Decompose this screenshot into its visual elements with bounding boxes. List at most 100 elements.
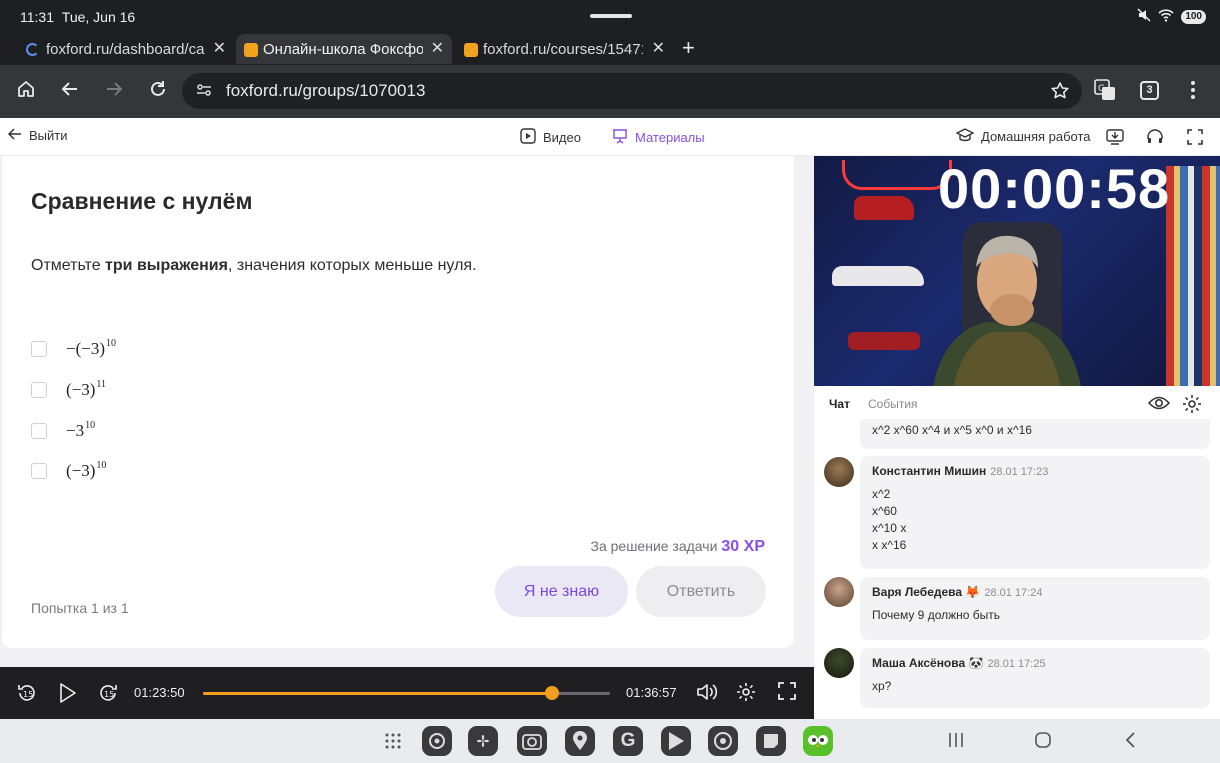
progress-fill <box>203 692 552 695</box>
google-app-icon[interactable]: G <box>613 726 643 756</box>
svg-text:15: 15 <box>104 690 114 699</box>
chat-message: Маша Аксёнова 🐼 28.01 17:25 xp? <box>860 648 1210 708</box>
tab-chat[interactable]: Чат <box>829 397 850 411</box>
tab-video[interactable]: Видео <box>520 128 581 147</box>
tab-switcher-button[interactable]: 3 <box>1140 80 1159 100</box>
address-bar[interactable]: foxford.ru/groups/1070013 <box>182 73 1082 109</box>
player-fullscreen-icon[interactable] <box>778 682 796 703</box>
duration-time: 01:36:57 <box>626 685 677 700</box>
lesson-timer: 00:00:58 <box>938 157 1171 220</box>
maps-app-icon[interactable] <box>565 726 595 756</box>
loading-icon <box>26 43 39 56</box>
video-player-controls: 15 15 01:23:50 01:36:57 <box>0 667 814 719</box>
play-store-app-icon[interactable] <box>661 726 691 756</box>
forward-arrow-icon[interactable] <box>104 79 124 104</box>
fan-app-icon[interactable] <box>468 726 498 756</box>
avatar <box>824 577 854 607</box>
toy-car <box>832 266 924 286</box>
recents-nav-icon[interactable] <box>948 732 964 753</box>
option-checkbox[interactable] <box>31 381 47 398</box>
task-prompt: Отметьте три выражения, значения которых… <box>31 257 477 274</box>
tab-dashboard[interactable]: foxford.ru/dashboard/ca ✕ <box>2 34 234 64</box>
tab-events[interactable]: События <box>868 397 918 411</box>
chat-message: x^2 x^60 x^4 и x^5 x^0 и x^16 <box>860 419 1210 449</box>
eye-icon[interactable] <box>1147 395 1171 414</box>
status-icons: 100 <box>1137 8 1206 25</box>
bookshelf <box>1166 166 1220 386</box>
mute-icon <box>1137 8 1151 25</box>
duolingo-app-icon[interactable] <box>803 726 833 756</box>
avatar <box>824 457 854 487</box>
rewind-15-icon[interactable]: 15 <box>16 682 38 707</box>
close-tab-icon[interactable]: ✕ <box>652 38 665 58</box>
address-url[interactable]: foxford.ru/groups/1070013 <box>226 81 425 101</box>
home-nav-icon[interactable] <box>1035 732 1051 753</box>
answer-option[interactable]: (−3)11 <box>31 379 106 400</box>
answer-option[interactable]: −310 <box>31 420 95 441</box>
notes-app-icon[interactable] <box>756 726 786 756</box>
panda-emoji-icon: 🐼 <box>968 656 984 670</box>
volume-icon[interactable] <box>696 682 718 705</box>
close-tab-icon[interactable]: ✕ <box>431 38 444 58</box>
translate-icon[interactable]: G <box>1094 79 1116 106</box>
settings-gear-icon[interactable] <box>736 682 756 705</box>
option-checkbox[interactable] <box>31 462 47 479</box>
homework-button[interactable]: Домашняя работа <box>955 128 1091 145</box>
reload-icon[interactable] <box>148 79 168 104</box>
settings-app-icon[interactable] <box>422 726 452 756</box>
status-time: 11:31 Tue, Jun 16 <box>20 9 136 25</box>
site-settings-icon[interactable] <box>196 83 212 102</box>
back-nav-icon[interactable] <box>1124 732 1136 753</box>
dont-know-button[interactable]: Я не знаю <box>495 566 628 617</box>
arrow-left-icon <box>7 128 22 143</box>
xp-value: 30 XP <box>721 538 765 555</box>
status-handle <box>590 14 632 18</box>
progress-handle[interactable] <box>544 686 559 700</box>
forward-15-icon[interactable]: 15 <box>97 682 119 707</box>
app-grid-icon[interactable] <box>384 732 402 755</box>
camera-app-icon[interactable] <box>517 726 547 756</box>
option-expression: (−3)11 <box>66 379 107 399</box>
chat-panel: Чат События x^2 x^60 x^4 и x^5 x^0 и x^1… <box>814 386 1220 719</box>
answer-option[interactable]: −(−3)10 <box>31 338 116 359</box>
submit-answer-button[interactable]: Ответить <box>636 566 766 617</box>
option-expression: (−3)10 <box>66 460 107 480</box>
close-tab-icon[interactable]: ✕ <box>213 38 226 58</box>
fox-emoji-icon: 🦊 <box>965 585 981 599</box>
teacher-video[interactable]: 00:00:58 <box>814 156 1220 386</box>
task-area: Сравнение с нулём Отметьте три выражения… <box>0 156 814 667</box>
home-icon[interactable] <box>16 79 36 104</box>
download-icon[interactable] <box>1106 128 1124 149</box>
option-expression: −(−3)10 <box>66 338 116 358</box>
tab-courses[interactable]: foxford.ru/courses/15471 ✕ <box>455 34 673 64</box>
foxford-favicon-icon <box>244 43 258 57</box>
exit-button[interactable]: Выйти <box>7 128 68 143</box>
option-checkbox[interactable] <box>31 422 47 439</box>
tab-foxford-school[interactable]: Онлайн-школа Фоксфор ✕ <box>236 34 452 64</box>
play-icon[interactable] <box>58 682 78 707</box>
task-card: Сравнение с нулём Отметьте три выражения… <box>2 156 794 648</box>
more-menu-icon[interactable] <box>1190 80 1196 105</box>
task-reward: За решение задачи 30 XP <box>590 538 765 555</box>
chat-message: Варя Лебедева 🦊 28.01 17:24 Почему 9 долж… <box>860 577 1210 640</box>
progress-slider[interactable] <box>203 686 610 700</box>
svg-text:G: G <box>1098 84 1105 94</box>
fullscreen-icon[interactable] <box>1187 129 1203 148</box>
chrome-app-icon[interactable] <box>708 726 738 756</box>
back-arrow-icon[interactable] <box>60 79 80 104</box>
chat-tabs: Чат События <box>814 386 1220 422</box>
toy-car <box>854 196 914 220</box>
chat-message: Константин Мишин 28.01 17:23 x^2 x^60 x^1… <box>860 456 1210 569</box>
tab-materials[interactable]: Материалы <box>612 128 705 147</box>
bookmark-star-icon[interactable] <box>1050 81 1070 106</box>
headset-icon[interactable] <box>1146 128 1164 149</box>
avatar <box>824 648 854 678</box>
wifi-icon <box>1158 8 1174 25</box>
video-icon <box>520 128 536 147</box>
android-taskbar: G <box>0 719 1220 763</box>
option-checkbox[interactable] <box>31 340 47 357</box>
answer-option[interactable]: (−3)10 <box>31 460 106 481</box>
chat-settings-gear-icon[interactable] <box>1182 394 1202 417</box>
presentation-icon <box>612 128 628 147</box>
new-tab-button[interactable]: + <box>682 35 695 61</box>
